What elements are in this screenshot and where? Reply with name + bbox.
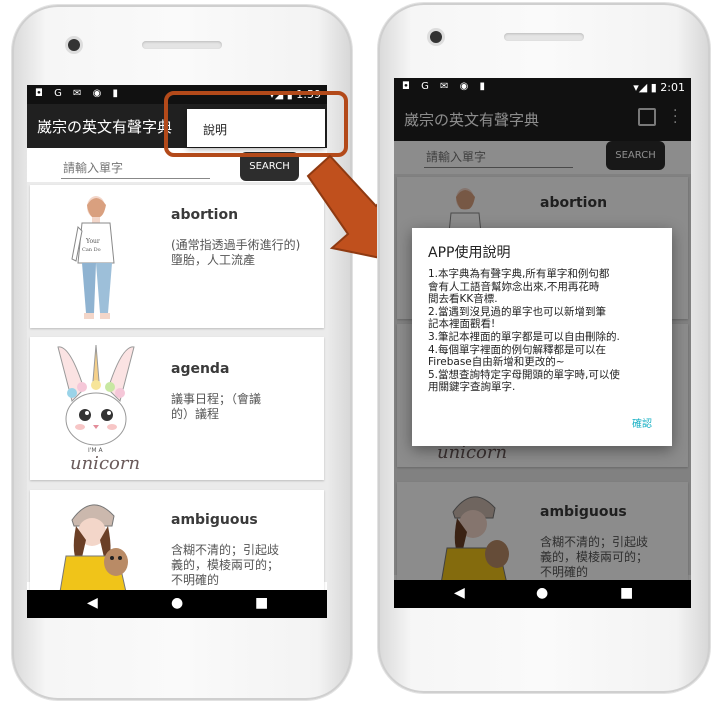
svg-text:Can Do: Can Do <box>82 247 101 253</box>
dialog-title: APP使用說明 <box>428 245 511 261</box>
right-screen: ◘ G ✉ ◉ ▮ ▾◢ ▮ 2:01 崴宗の英文有聲字典 ··· SEARCH… <box>394 78 691 608</box>
recent-apps-button[interactable]: ■ <box>620 585 633 601</box>
nav-bar: ◀ ● ■ <box>394 580 691 608</box>
word-definition: 議事日程；（會議 的）議程 <box>171 392 262 421</box>
dialog-body: 1.本字典為有聲字典,所有單字和例句都 會有人工語音幫妳念出來,不用再花時 間去… <box>428 268 660 394</box>
front-camera <box>430 31 442 43</box>
home-button[interactable]: ● <box>171 595 183 611</box>
girl-with-dog-illustration <box>59 504 128 592</box>
status-bar: ◘ G ✉ ◉ ▮ ▾◢ ▮ 2:01 <box>394 78 691 97</box>
word-title: agenda <box>171 361 230 377</box>
recent-apps-button[interactable]: ■ <box>255 595 268 611</box>
word-title: abortion <box>171 207 239 223</box>
word-title: ambiguous <box>171 512 258 528</box>
left-screen: ◘ G ✉ ◉ ▮ ▾◢ ▮ 1:59 崴宗の英文有聲字典 SEARCH You… <box>27 85 327 618</box>
word-card[interactable]: Your Can Do abortion (通常指透過手術進行的) 墮胎，人工流… <box>30 185 324 328</box>
status-time: ▾◢ ▮ 2:01 <box>633 81 685 94</box>
nav-bar: ◀ ● ■ <box>27 590 327 618</box>
girl-illustration: Your Can Do <box>71 196 115 319</box>
front-camera <box>68 39 80 51</box>
unicorn-caption: unicorn <box>70 453 141 474</box>
highlight-callout <box>164 91 348 157</box>
confirm-button[interactable]: 確認 <box>632 415 652 430</box>
right-phone-frame: ◘ G ✉ ◉ ▮ ▾◢ ▮ 2:01 崴宗の英文有聲字典 ··· SEARCH… <box>378 3 710 693</box>
dialog-line: 記本裡面觀看! <box>428 318 496 331</box>
dialog-line: Firebase自由新增和更改的~ <box>428 356 565 369</box>
dialog-line: 會有人工語音幫妳念出來,不用再花時 <box>428 280 600 293</box>
word-list: Your Can Do abortion (通常指透過手術進行的) 墮胎，人工流… <box>27 182 327 618</box>
earpiece-speaker <box>142 41 222 49</box>
word-card[interactable]: I'M A unicorn agenda 議事日程；（會議 的）議程 <box>30 337 324 480</box>
word-definition: 含糊不清的；引起歧 義的，模棱兩可的； 不明確的 <box>171 543 280 587</box>
dialog-line: 用關鍵字查詢單字. <box>428 381 516 394</box>
dialog-line: 2.當遇到沒見過的單字也可以新增到筆 <box>428 305 607 318</box>
back-button[interactable]: ◀ <box>454 585 465 601</box>
status-icons: ◘ G ✉ ◉ ▮ <box>35 88 122 99</box>
help-dialog: APP使用說明 1.本字典為有聲字典,所有單字和例句都 會有人工語音幫妳念出來,… <box>412 228 672 446</box>
dialog-line: 3.筆記本裡面的單字都是可以自由刪除的. <box>428 330 620 343</box>
dialog-line: 間去看KK音標. <box>428 293 498 306</box>
svg-text:Your: Your <box>85 238 100 245</box>
dialog-line: 5.當想查詢特定字母開頭的單字時,可以使 <box>428 368 620 381</box>
app-title: 崴宗の英文有聲字典 <box>37 118 173 136</box>
earpiece-speaker <box>504 33 584 41</box>
home-button[interactable]: ● <box>536 585 548 601</box>
search-input[interactable] <box>61 158 210 179</box>
back-button[interactable]: ◀ <box>87 595 98 611</box>
status-icons: ◘ G ✉ ◉ ▮ <box>402 81 489 92</box>
dialog-line: 4.每個單字裡面的例句解釋都是可以在 <box>428 343 607 356</box>
dialog-line: 1.本字典為有聲字典,所有單字和例句都 <box>428 268 610 280</box>
word-definition: (通常指透過手術進行的) 墮胎，人工流產 <box>171 238 301 267</box>
